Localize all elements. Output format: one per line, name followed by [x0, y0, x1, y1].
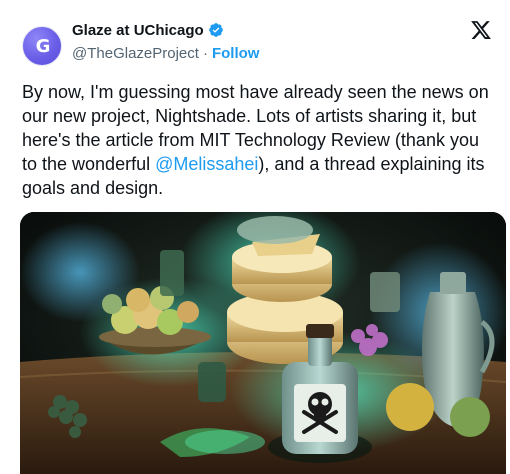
verified-badge-icon: [208, 22, 224, 38]
separator-dot: ·: [202, 45, 208, 62]
display-name-row: Glaze at UChicago: [72, 19, 259, 41]
x-logo-icon[interactable]: [470, 19, 492, 41]
still-life-illustration: [20, 212, 506, 474]
post-card: G Glaze at UChicago @TheGlazeProject · F…: [0, 0, 510, 474]
follow-button[interactable]: Follow: [212, 45, 260, 62]
display-name[interactable]: Glaze at UChicago: [72, 22, 204, 39]
post-media-image[interactable]: [20, 212, 506, 474]
avatar[interactable]: G: [22, 26, 62, 66]
author-info: Glaze at UChicago @TheGlazeProject · Fol…: [72, 19, 259, 63]
handle-row: @TheGlazeProject · Follow: [72, 45, 259, 62]
mention-link[interactable]: @Melissahei: [155, 154, 258, 174]
post-header: G Glaze at UChicago @TheGlazeProject · F…: [22, 16, 492, 68]
handle[interactable]: @TheGlazeProject: [72, 45, 199, 62]
avatar-letter: G: [35, 36, 51, 57]
post-text: By now, I'm guessing most have already s…: [22, 80, 492, 200]
